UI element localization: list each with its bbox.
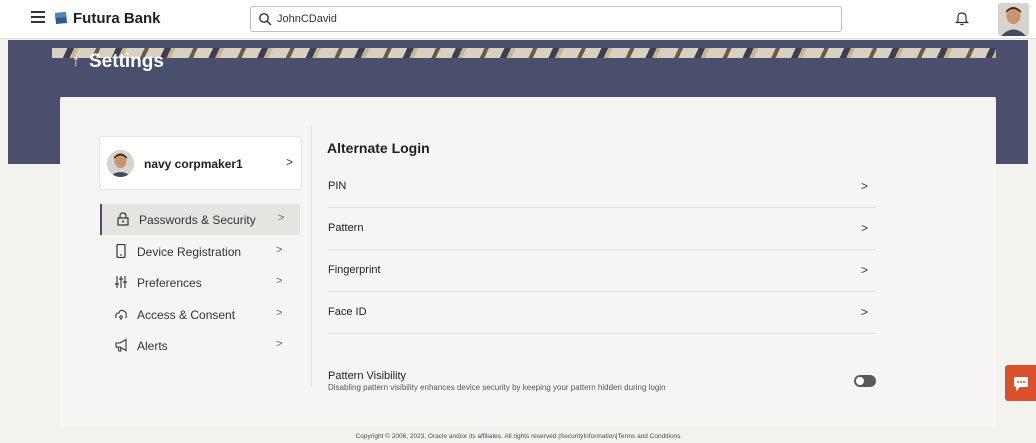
profile-avatar: [107, 150, 134, 177]
sidebar-item-label: Alerts: [137, 339, 168, 353]
bell-icon[interactable]: [955, 10, 969, 26]
search-icon: [259, 13, 272, 26]
footer-text: Copyright © 2006, 2023, Oracle and/or it…: [355, 433, 681, 440]
chevron-right-icon: >: [861, 179, 869, 193]
option-label: Fingerprint: [328, 264, 381, 276]
option-pin[interactable]: PIN >: [328, 166, 876, 208]
chevron-right-icon: >: [861, 263, 869, 277]
hamburger-icon[interactable]: [31, 11, 45, 25]
sidebar-item-passwords-security[interactable]: Passwords & Security >: [100, 204, 300, 235]
sidebar-item-access-consent[interactable]: Access & Consent >: [100, 299, 300, 330]
back-arrow-icon[interactable]: ↑: [72, 53, 80, 71]
sidebar-item-label: Preferences: [137, 276, 202, 290]
chat-button[interactable]: [1005, 365, 1036, 401]
pattern-visibility-description: Disabling pattern visibility enhances de…: [328, 383, 666, 392]
cloud-access-icon: [115, 309, 127, 320]
option-pattern[interactable]: Pattern >: [328, 208, 876, 250]
pattern-visibility-title: Pattern Visibility: [328, 370, 407, 382]
search-box[interactable]: [250, 6, 842, 32]
sidebar-item-alerts[interactable]: Alerts >: [100, 330, 300, 361]
sidebar-item-device-registration[interactable]: Device Registration >: [100, 236, 300, 267]
top-bar: Futura Bank: [0, 0, 1036, 39]
profile-name: navy corpmaker1: [144, 157, 243, 171]
option-label: Face ID: [328, 306, 367, 318]
megaphone-icon: [115, 338, 127, 352]
sliders-icon: [115, 276, 127, 288]
toggle-knob: [856, 377, 864, 385]
search-input[interactable]: [277, 10, 827, 28]
banner-decoration: [52, 48, 996, 58]
option-face-id[interactable]: Face ID >: [328, 292, 876, 334]
option-fingerprint[interactable]: Fingerprint >: [328, 250, 876, 292]
chevron-right-icon: >: [276, 275, 283, 287]
chevron-right-icon: >: [276, 244, 283, 256]
sidebar-item-label: Passwords & Security: [139, 213, 256, 227]
divider: [311, 127, 312, 387]
chevron-right-icon: >: [286, 155, 294, 169]
chevron-right-icon: >: [861, 305, 869, 319]
mobile-device-icon: [116, 244, 126, 258]
chevron-right-icon: >: [278, 212, 285, 224]
page-title: Settings: [89, 51, 164, 72]
lock-icon: [117, 212, 129, 226]
sidebar-item-label: Device Registration: [137, 245, 242, 259]
sidebar-item-preferences[interactable]: Preferences >: [100, 267, 300, 298]
section-title: Alternate Login: [327, 140, 430, 156]
bank-logo-icon: [55, 12, 67, 24]
option-label: Pattern: [328, 222, 364, 234]
pattern-visibility-toggle[interactable]: [854, 375, 876, 387]
chevron-right-icon: >: [861, 221, 869, 235]
chat-icon: [1014, 377, 1028, 391]
brand-name[interactable]: Futura Bank: [73, 10, 161, 27]
chevron-right-icon: >: [276, 307, 283, 319]
sidebar-item-label: Access & Consent: [137, 308, 236, 322]
user-avatar[interactable]: [998, 3, 1029, 36]
option-label: PIN: [328, 180, 347, 192]
chevron-right-icon: >: [276, 338, 283, 350]
profile-card[interactable]: navy corpmaker1 >: [99, 136, 302, 190]
